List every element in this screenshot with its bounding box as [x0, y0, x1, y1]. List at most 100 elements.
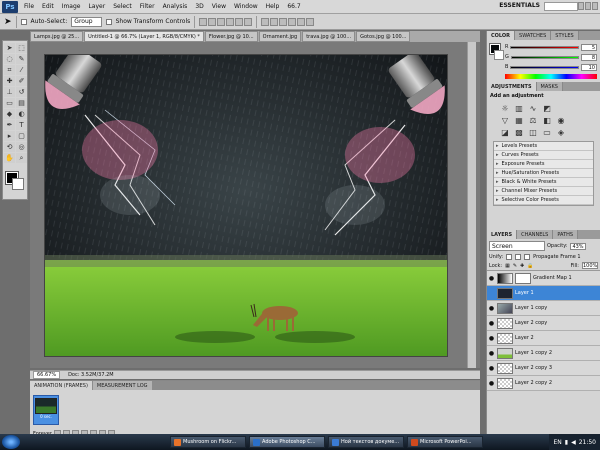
visibility-eye-icon[interactable]	[488, 290, 495, 297]
posterize-icon[interactable]: ▩	[513, 127, 525, 137]
layer-mask-thumbnail[interactable]	[515, 272, 531, 284]
tab-paths[interactable]: PATHS	[553, 230, 579, 239]
layer-row[interactable]: ● Layer 1 copy 2	[487, 346, 600, 361]
layer-row-selected[interactable]: Layer 1	[487, 286, 600, 301]
eyedropper-tool-icon[interactable]: ⁄	[16, 65, 27, 75]
selective-color-icon[interactable]: ◈	[555, 127, 567, 137]
threshold-icon[interactable]: ◫	[527, 127, 539, 137]
path-select-tool-icon[interactable]: ▸	[4, 131, 15, 141]
transform-controls-checkbox[interactable]	[105, 18, 112, 25]
close-button[interactable]	[592, 2, 598, 10]
language-indicator[interactable]: EN	[553, 439, 561, 446]
menu-3d[interactable]: 3D	[191, 3, 207, 10]
workspace-switcher[interactable]: ESSENTIALS	[499, 2, 540, 9]
preset-hue-saturation[interactable]: Hue/Saturation Presets	[494, 169, 593, 178]
levels-icon[interactable]: ▥	[513, 103, 525, 113]
animation-frame-1[interactable]: 0 sec.	[33, 395, 59, 425]
menu-file[interactable]: File	[20, 3, 38, 10]
tab-color[interactable]: COLOR	[487, 31, 516, 40]
layer-name[interactable]: Layer 1	[515, 290, 534, 296]
zoom-field[interactable]: 66.67%	[33, 371, 61, 379]
move-tool-icon[interactable]: ➤	[4, 17, 12, 27]
gradient-map-icon[interactable]: ▭	[541, 127, 553, 137]
layer-name[interactable]: Gradient Map 1	[533, 275, 572, 281]
align-right-button[interactable]	[244, 17, 253, 26]
frame-delay[interactable]: 0 sec.	[34, 414, 58, 419]
layer-name[interactable]: Layer 2 copy 3	[515, 365, 552, 371]
align-middle-button[interactable]	[208, 17, 217, 26]
propagate-checkbox[interactable]	[524, 254, 531, 260]
doc-tab[interactable]: Flower.jpg @ 10...	[204, 31, 258, 42]
bg-color-chip[interactable]	[494, 50, 504, 60]
brightness-icon[interactable]: ☼	[499, 103, 511, 113]
visibility-eye-icon[interactable]: ●	[488, 320, 495, 327]
distribute-middle-button[interactable]	[270, 17, 279, 26]
hand-tool-icon[interactable]: ✋	[4, 153, 15, 163]
3d-camera-tool-icon[interactable]: ◎	[16, 142, 27, 152]
black-white-icon[interactable]: ◧	[541, 115, 553, 125]
align-bottom-button[interactable]	[217, 17, 226, 26]
doc-tab[interactable]: Ornament.jpg	[258, 31, 302, 42]
layer-row[interactable]: ● Layer 2	[487, 331, 600, 346]
gradient-tool-icon[interactable]: ▤	[16, 98, 27, 108]
curves-icon[interactable]: ∿	[527, 103, 539, 113]
align-left-button[interactable]	[226, 17, 235, 26]
taskbar-item[interactable]: Mushroom on Flickr...	[170, 436, 246, 448]
taskbar-item-active[interactable]: Adobe Photoshop C...	[249, 436, 325, 448]
preset-channel-mixer[interactable]: Channel Mixer Presets	[494, 187, 593, 196]
vertical-scrollbar[interactable]	[467, 42, 476, 368]
menu-filter[interactable]: Filter	[136, 3, 159, 10]
history-brush-tool-icon[interactable]: ↺	[16, 87, 27, 97]
tab-styles[interactable]: STYLES	[551, 31, 579, 40]
tab-layers[interactable]: LAYERS	[487, 230, 518, 239]
doc-tab[interactable]: Gotos.jpg @ 100...	[356, 31, 411, 42]
tab-swatches[interactable]: SWATCHES	[515, 31, 552, 40]
visibility-eye-icon[interactable]: ●	[488, 380, 495, 387]
layer-row[interactable]: ● Layer 2 copy 2	[487, 376, 600, 391]
blue-slider[interactable]	[510, 65, 579, 69]
menu-edit[interactable]: Edit	[38, 3, 58, 10]
zoom-tool-icon[interactable]: ⌕	[16, 153, 27, 163]
brush-tool-icon[interactable]: ✐	[16, 76, 27, 86]
3d-rotate-tool-icon[interactable]: ⟲	[4, 142, 15, 152]
invert-icon[interactable]: ◪	[499, 127, 511, 137]
start-button[interactable]	[2, 435, 20, 449]
layer-row[interactable]: ● Layer 2 copy	[487, 316, 600, 331]
layer-name[interactable]: Layer 2	[515, 335, 534, 341]
lasso-tool-icon[interactable]: ◌	[4, 54, 15, 64]
blur-tool-icon[interactable]: ◆	[4, 109, 15, 119]
blend-mode-dropdown[interactable]: Screen	[489, 241, 545, 251]
vibrance-icon[interactable]: ▽	[499, 115, 511, 125]
doc-tab[interactable]: Lamps.jpg @ 25...	[30, 31, 84, 42]
background-color-swatch[interactable]	[12, 178, 24, 190]
menu-layer[interactable]: Layer	[84, 3, 109, 10]
tab-measurement-log[interactable]: MEASUREMENT LOG	[92, 381, 152, 390]
minimize-button[interactable]	[578, 2, 584, 10]
layer-row[interactable]: ● Gradient Map 1	[487, 271, 600, 286]
menu-help[interactable]: Help	[262, 3, 284, 10]
align-center-button[interactable]	[235, 17, 244, 26]
menu-window[interactable]: Window	[230, 3, 262, 10]
volume-icon[interactable]: ◀	[571, 439, 576, 446]
tab-masks[interactable]: MASKS	[536, 82, 563, 91]
dodge-tool-icon[interactable]: ◐	[16, 109, 27, 119]
green-value[interactable]: 8	[581, 53, 597, 61]
auto-select-dropdown[interactable]: Group	[71, 16, 102, 27]
tab-animation-frames[interactable]: ANIMATION (FRAMES)	[30, 381, 92, 390]
preset-levels[interactable]: Levels Presets	[494, 142, 593, 151]
layer-name[interactable]: Layer 2 copy	[515, 320, 547, 326]
unify-position-toggle[interactable]	[506, 254, 513, 260]
clone-stamp-tool-icon[interactable]: ⊥	[4, 87, 15, 97]
fill-value[interactable]: 100%	[582, 262, 598, 269]
visibility-eye-icon[interactable]: ●	[488, 275, 495, 282]
layer-name[interactable]: Layer 2 copy 2	[515, 380, 552, 386]
preset-curves[interactable]: Curves Presets	[494, 151, 593, 160]
visibility-eye-icon[interactable]: ●	[488, 365, 495, 372]
hue-saturation-icon[interactable]: ▦	[513, 115, 525, 125]
eraser-tool-icon[interactable]: ▭	[4, 98, 15, 108]
menu-image[interactable]: Image	[58, 3, 85, 10]
visibility-eye-icon[interactable]: ●	[488, 335, 495, 342]
red-value[interactable]: 5	[581, 43, 597, 51]
layer-row[interactable]: ● Layer 2 copy 3	[487, 361, 600, 376]
zoom-level[interactable]: 66.7	[287, 3, 300, 10]
